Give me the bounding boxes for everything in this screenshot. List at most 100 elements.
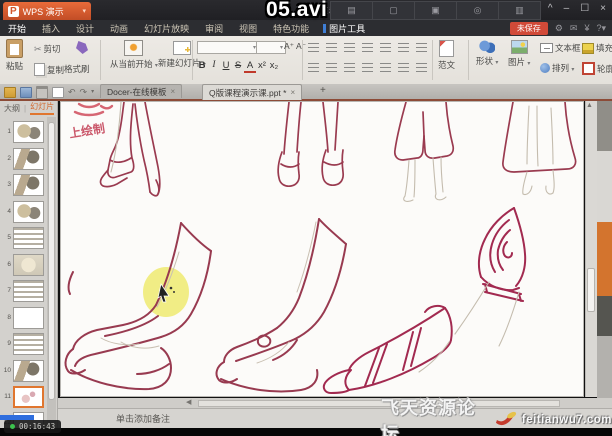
line-spacing-icon[interactable] (380, 43, 391, 52)
slide-thumbnail[interactable]: 2 (0, 148, 46, 172)
slide-thumbnail[interactable]: 4 (0, 201, 46, 225)
outline-button[interactable]: 轮廓 (582, 62, 612, 75)
slide-thumbnail[interactable]: 5 (0, 227, 46, 251)
slide-thumbnail[interactable]: 3 (0, 174, 46, 198)
arrange-button[interactable]: 排列 ▾ (540, 62, 574, 74)
shapes-button[interactable]: 形状 ▾ (476, 40, 498, 67)
menu-picture-tools[interactable]: 图片工具 (317, 22, 371, 35)
layout-view-icon[interactable]: ▤ (331, 2, 372, 19)
font-size-select[interactable]: ▾ (256, 41, 286, 54)
columns-icon[interactable] (398, 43, 409, 52)
normal-view-icon[interactable]: ▢ (372, 2, 414, 19)
tab-outline[interactable]: 大纲 (4, 103, 20, 114)
menu-home[interactable]: 开始 (0, 22, 34, 35)
indent-decrease-icon[interactable] (344, 43, 355, 52)
play-from-current-button[interactable]: 从当前开始 ▾ (110, 40, 158, 70)
undo-icon[interactable]: ↶ (68, 88, 76, 97)
open-file-icon[interactable] (4, 87, 16, 98)
notes-placeholder[interactable]: 单击添加备注 (116, 412, 170, 425)
arrange-label: 排列 ▾ (552, 63, 575, 73)
collapse-ribbon-button[interactable]: ^ (548, 2, 553, 16)
bullets-icon[interactable] (308, 43, 319, 52)
menu-special-features[interactable]: 特色功能 (265, 22, 317, 35)
slide-number: 9 (7, 340, 11, 347)
menu-design[interactable]: 设计 (68, 22, 102, 35)
app-menu-button[interactable]: P WPS 演示 ▾ (3, 2, 91, 20)
slide-thumbnail[interactable]: 9 (0, 333, 46, 357)
tab-current-presentation[interactable]: Q版课程演示课.ppt * × (202, 84, 303, 100)
unsaved-badge[interactable]: 未保存 (509, 21, 548, 35)
align-left-icon[interactable] (308, 63, 319, 72)
canvas-vscrollbar-thumb[interactable] (587, 268, 595, 312)
numbering-icon[interactable] (326, 43, 337, 52)
close-tab-icon[interactable]: × (290, 88, 295, 97)
font-name-select[interactable]: ▾ (197, 41, 259, 54)
message-icon[interactable]: ✉ (570, 23, 578, 34)
indent-increase-icon[interactable] (362, 43, 373, 52)
fill-button[interactable]: 填充 (582, 42, 612, 54)
textbox-button[interactable]: 文本框 ▾ (540, 42, 586, 54)
tab-docer-online-templates[interactable]: Docer-在线模板 × (100, 84, 183, 98)
scroll-left-icon[interactable]: ◀ (186, 398, 191, 406)
window-view-icon[interactable]: ▣ (414, 2, 456, 19)
minimize-button[interactable]: – (564, 2, 570, 16)
close-button[interactable]: × (600, 2, 606, 16)
close-tab-icon[interactable]: × (171, 87, 176, 96)
copy-button[interactable]: 复制 (34, 63, 64, 76)
canvas-vscrollbar-track[interactable] (585, 101, 597, 397)
slide-thumb-image (13, 148, 44, 170)
underline-button[interactable]: U (220, 60, 232, 73)
cut-button[interactable]: ✂ 剪切 (34, 43, 61, 55)
scroll-up-icon[interactable]: ▲ (586, 102, 593, 109)
menu-view[interactable]: 视图 (231, 22, 265, 35)
shapes-label: 形状 ▾ (476, 56, 499, 66)
slide-thumbnail[interactable]: 6 (0, 254, 46, 278)
settings-gear-icon[interactable]: ⚙ (555, 23, 563, 34)
italic-button[interactable]: I (208, 60, 220, 73)
format-painter-button[interactable]: 格式刷 (64, 63, 90, 75)
store-icon[interactable]: ¥ (584, 23, 589, 33)
menu-animation[interactable]: 动画 (102, 22, 136, 35)
font-color-button[interactable]: A (244, 60, 256, 73)
help-icon[interactable]: ?▾ (596, 23, 606, 34)
bold-button[interactable]: B (196, 60, 208, 73)
fanwen-button[interactable]: 范文 (438, 40, 455, 71)
fill-label: 填充 (596, 43, 612, 53)
grow-font-button[interactable]: A⁺ (284, 41, 294, 52)
new-tab-button[interactable]: + (320, 85, 326, 96)
redo-icon[interactable]: ↷ (80, 88, 88, 97)
align-right-icon[interactable] (344, 63, 355, 72)
save-icon[interactable] (20, 87, 32, 98)
scissors-icon: ✂ (34, 43, 42, 54)
paste-button[interactable]: 粘贴 (6, 39, 23, 72)
distribute-icon[interactable] (380, 63, 391, 72)
help-view-icon[interactable]: ◎ (456, 2, 498, 19)
chevron-down-icon[interactable]: ▾ (91, 88, 94, 97)
menu-review[interactable]: 审阅 (197, 22, 231, 35)
slide-canvas[interactable]: 上绘制 (60, 101, 584, 397)
slide-thumbnail[interactable]: 8 (0, 307, 46, 331)
slide-thumbnail-selected[interactable]: 11 (0, 386, 46, 410)
strikethrough-button[interactable]: S (232, 60, 244, 73)
tab-slides[interactable]: 幻灯片 (30, 101, 55, 115)
text-direction-icon[interactable] (416, 43, 427, 52)
sidebar-scrollbar-thumb[interactable] (48, 122, 55, 400)
slide-thumbnail[interactable]: 7 (0, 280, 46, 304)
arrange-icon (540, 63, 550, 73)
vertical-align-icon[interactable] (398, 63, 409, 72)
grid-view-icon[interactable]: ▥ (498, 2, 540, 19)
maximize-button[interactable]: ☐ (580, 2, 589, 16)
menu-insert[interactable]: 插入 (34, 22, 68, 35)
menu-slideshow[interactable]: 幻灯片放映 (136, 22, 197, 35)
slide-thumbnail[interactable]: 1 (0, 121, 46, 145)
picture-button[interactable]: 图片 ▾ (508, 40, 530, 68)
justify-icon[interactable] (362, 63, 373, 72)
align-center-icon[interactable] (326, 63, 337, 72)
print-preview-icon[interactable] (52, 87, 64, 98)
subscript-button[interactable]: x₂ (268, 60, 280, 73)
autofit-text-icon[interactable] (416, 63, 427, 72)
print-icon[interactable] (36, 86, 48, 99)
slide-thumbnail[interactable]: 10 (0, 360, 46, 384)
superscript-button[interactable]: x² (256, 60, 268, 73)
sketch-legs-pencil (110, 101, 555, 202)
